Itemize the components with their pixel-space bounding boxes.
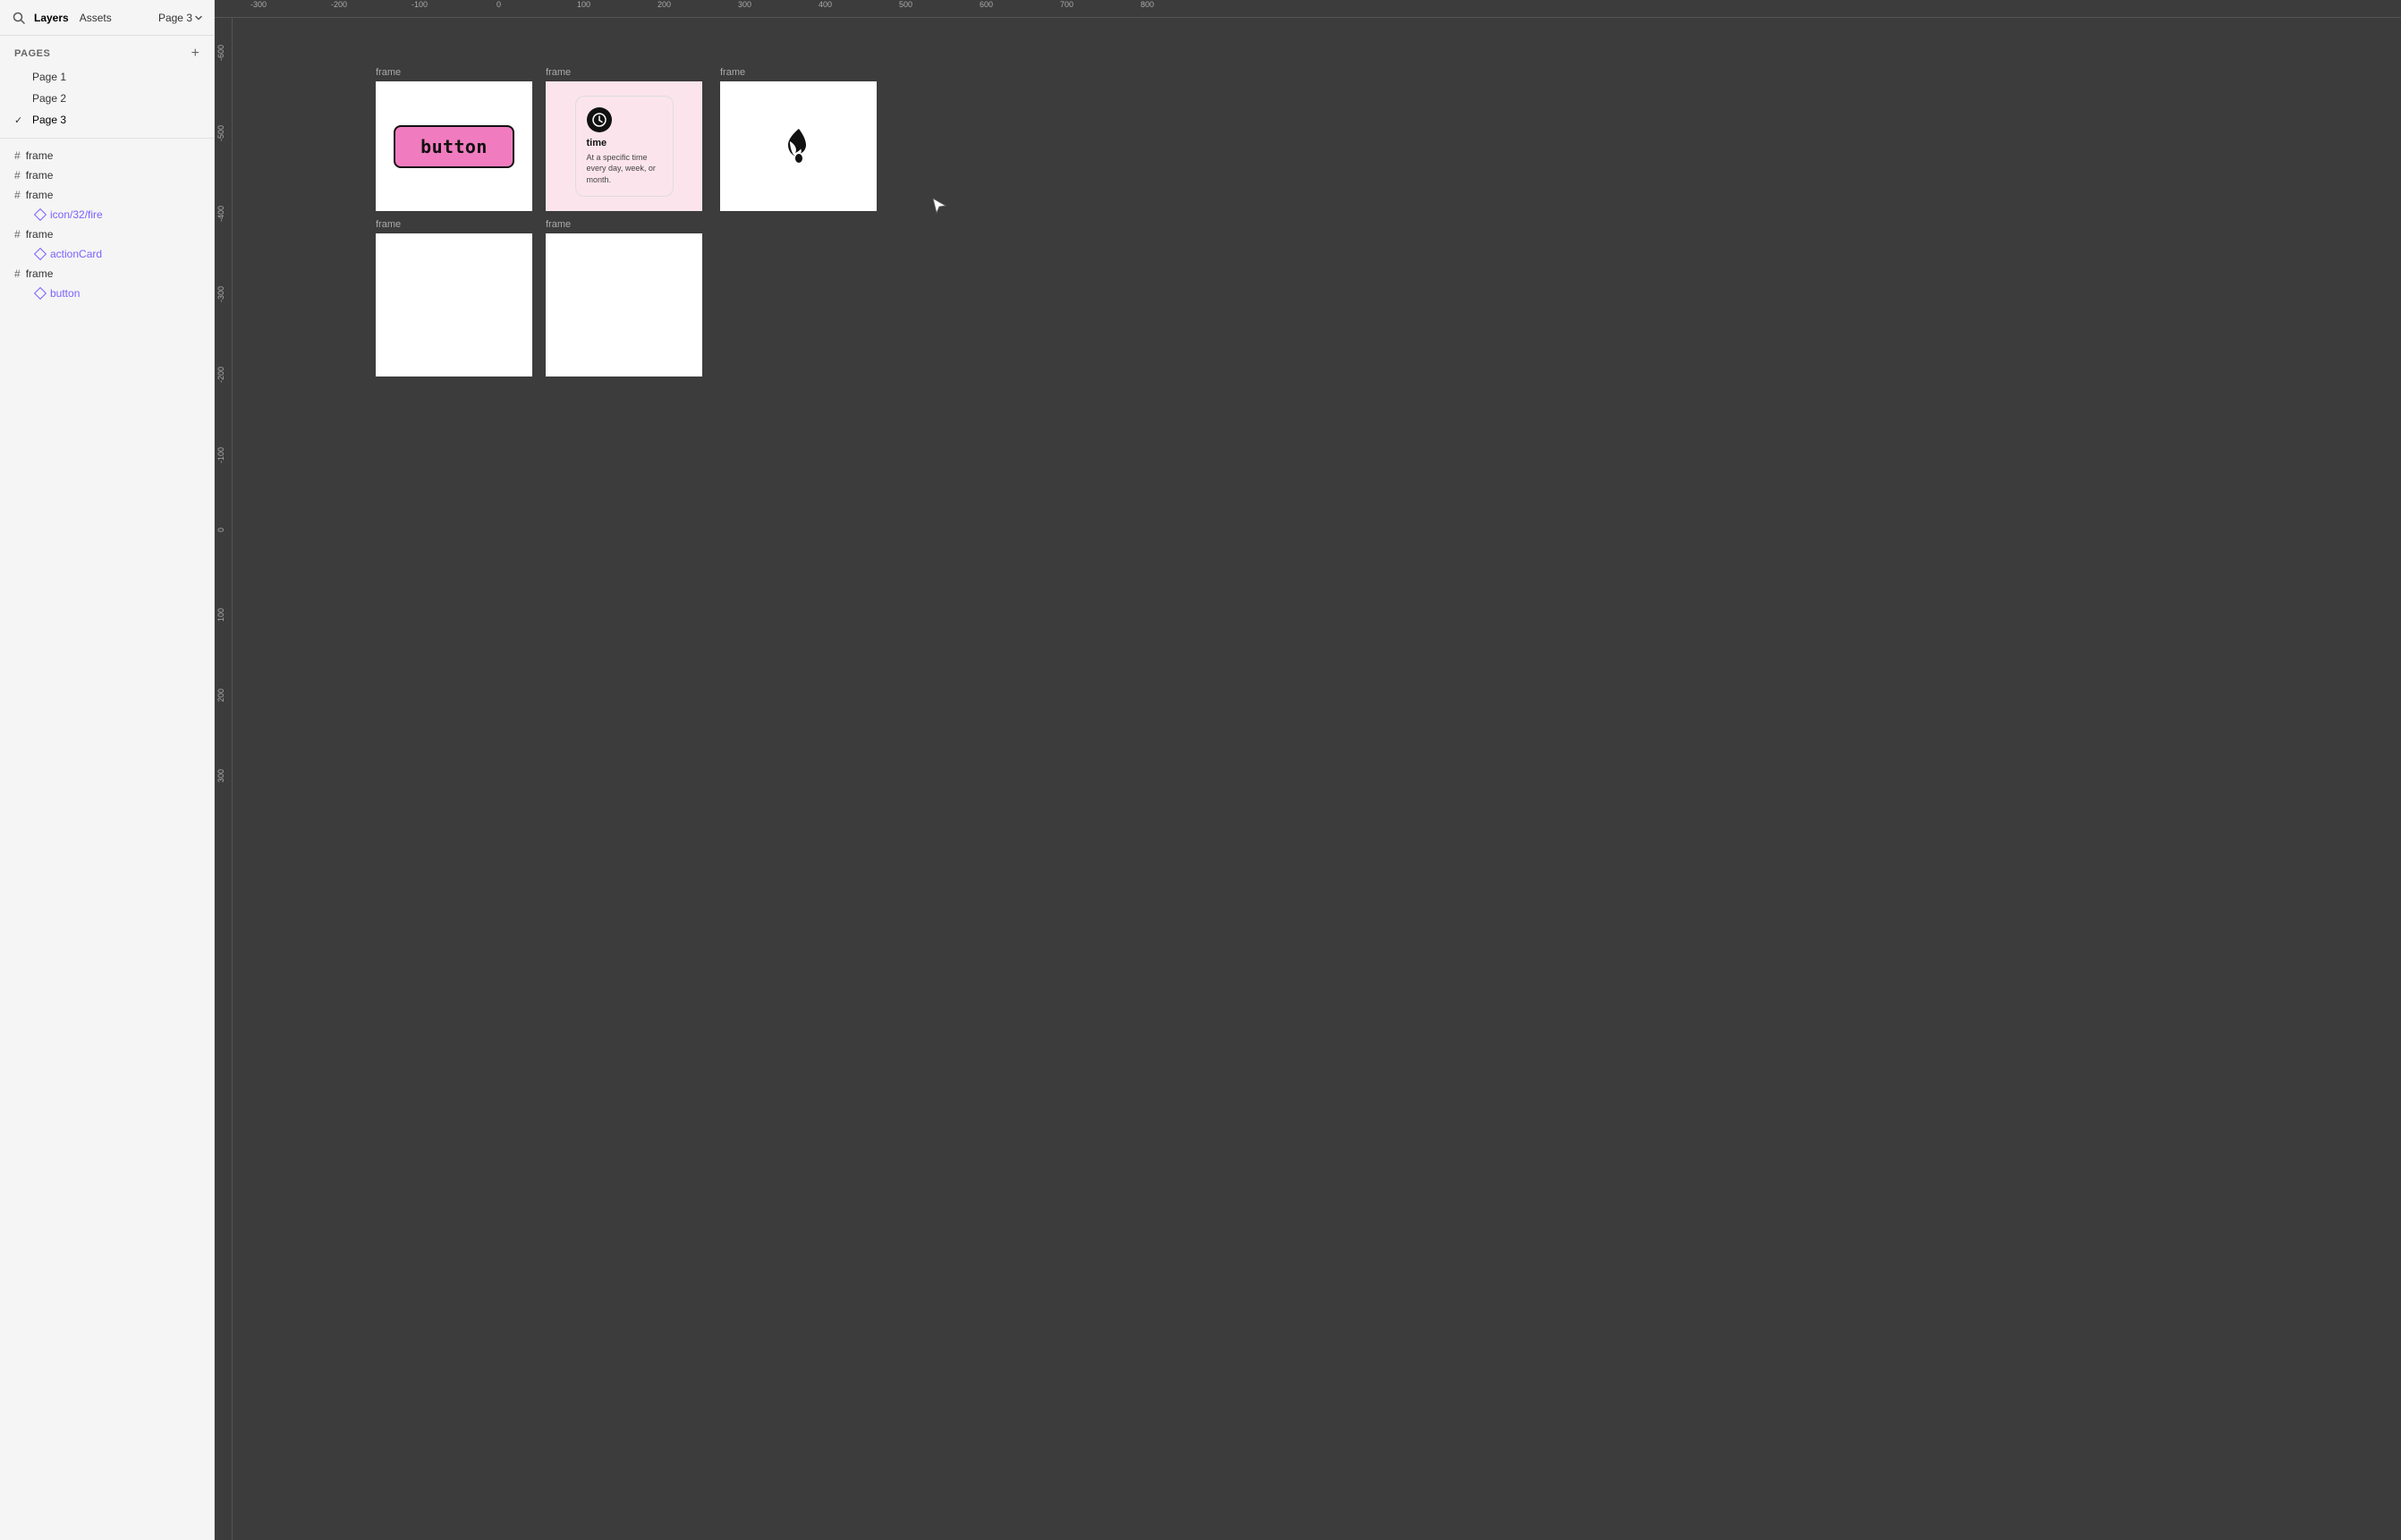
fire-icon xyxy=(777,125,820,168)
button-layer-label: button xyxy=(50,287,80,300)
pages-section: Pages + Page 1 Page 2 ✓ Page 3 xyxy=(0,36,214,139)
page-indicator-label: Page 3 xyxy=(158,12,192,24)
ruler-left-mark-5: -200 xyxy=(216,367,225,383)
ruler-left-mark-9: 200 xyxy=(216,689,225,702)
layers-section: # frame # frame # frame icon/32/fire # f… xyxy=(0,139,214,1540)
ruler-top-mark-7: 300 xyxy=(738,0,751,9)
sidebar-nav: Layers Assets xyxy=(11,10,115,26)
ruler-left: -600 -500 -400 -300 -200 -100 0 100 200 … xyxy=(215,18,233,1540)
canvas-frame-empty-2-box xyxy=(546,233,702,377)
layer-2-label: frame xyxy=(26,169,54,182)
frame-icon-3: # xyxy=(14,189,21,201)
layer-5-label: frame xyxy=(26,267,54,280)
page-1-label: Page 1 xyxy=(32,71,66,83)
canvas-frame-button[interactable]: frame button xyxy=(376,67,532,211)
action-card-icon xyxy=(587,107,612,132)
ruler-left-mark-7: 0 xyxy=(216,528,225,532)
canvas-frame-fire-box xyxy=(720,81,877,211)
action-card-component: time At a specific time every day, week,… xyxy=(575,96,674,198)
icon32fire-label: icon/32/fire xyxy=(50,208,103,221)
layer-frame-3[interactable]: # frame xyxy=(0,185,214,205)
actioncard-label: actionCard xyxy=(50,248,102,260)
add-page-button[interactable]: + xyxy=(191,47,199,61)
sidebar: Layers Assets Page 3 Pages + Page 1 Page… xyxy=(0,0,215,1540)
layer-1-label: frame xyxy=(26,149,54,162)
main-area: -300 -200 -100 0 100 200 300 400 500 600… xyxy=(215,0,2401,1540)
canvas-frame-empty-1-label: frame xyxy=(376,219,532,230)
ruler-left-mark-8: 100 xyxy=(216,608,225,622)
ruler-left-mark-4: -300 xyxy=(216,286,225,302)
page-indicator[interactable]: Page 3 xyxy=(158,12,203,24)
frame-icon-2: # xyxy=(14,169,21,182)
ruler-top-mark-9: 500 xyxy=(899,0,912,9)
layer-frame-1[interactable]: # frame xyxy=(0,146,214,165)
canvas-frame-button-label: frame xyxy=(376,67,532,78)
frame-icon-4: # xyxy=(14,228,21,241)
ruler-top-mark-6: 200 xyxy=(658,0,671,9)
canvas-frame-actioncard[interactable]: frame time At a specific time ever xyxy=(546,67,702,211)
ruler-top: -300 -200 -100 0 100 200 300 400 500 600… xyxy=(215,0,2401,18)
ruler-left-mark-10: 300 xyxy=(216,769,225,783)
layer-child-button[interactable]: button xyxy=(0,283,214,303)
layer-frame-5[interactable]: # frame xyxy=(0,264,214,283)
layer-child-actioncard[interactable]: actionCard xyxy=(0,244,214,264)
layers-tab[interactable]: Layers xyxy=(30,10,72,26)
ruler-top-mark-12: 800 xyxy=(1141,0,1154,9)
layer-frame-2[interactable]: # frame xyxy=(0,165,214,185)
ruler-left-mark-3: -400 xyxy=(216,206,225,222)
canvas-frame-actioncard-label: frame xyxy=(546,67,702,78)
sidebar-header: Layers Assets Page 3 xyxy=(0,0,214,36)
canvas-frame-fire[interactable]: frame xyxy=(720,67,877,211)
ruler-left-mark-1: -600 xyxy=(216,45,225,61)
component-icon-3 xyxy=(34,287,47,300)
canvas-frame-fire-label: frame xyxy=(720,67,877,78)
canvas-frame-button-box: button xyxy=(376,81,532,211)
ruler-top-mark-2: -200 xyxy=(331,0,347,9)
ruler-left-mark-2: -500 xyxy=(216,125,225,141)
ruler-top-mark-4: 0 xyxy=(496,0,501,9)
action-card-desc: At a specific time every day, week, or m… xyxy=(587,152,662,186)
pages-header: Pages + xyxy=(0,43,214,64)
ruler-left-mark-6: -100 xyxy=(216,447,225,463)
ruler-top-mark-3: -100 xyxy=(411,0,428,9)
ruler-top-mark-1: -300 xyxy=(250,0,267,9)
canvas-frame-empty-2-label: frame xyxy=(546,219,702,230)
pages-title: Pages xyxy=(14,48,50,59)
button-component[interactable]: button xyxy=(394,125,514,168)
ruler-top-mark-5: 100 xyxy=(577,0,590,9)
checkmark-active: ✓ xyxy=(14,114,27,126)
layer-3-label: frame xyxy=(26,189,54,201)
cursor xyxy=(930,197,948,217)
action-card-title: time xyxy=(587,138,662,148)
canvas-frame-empty-1[interactable]: frame xyxy=(376,219,532,377)
assets-tab[interactable]: Assets xyxy=(76,10,115,26)
component-icon-2 xyxy=(34,248,47,260)
frame-icon-1: # xyxy=(14,149,21,162)
ruler-top-mark-8: 400 xyxy=(819,0,832,9)
page-item-1[interactable]: Page 1 xyxy=(0,66,214,88)
canvas-frame-empty-2[interactable]: frame xyxy=(546,219,702,377)
ruler-top-mark-11: 700 xyxy=(1060,0,1073,9)
canvas[interactable]: frame button frame xyxy=(233,18,2401,1540)
component-icon-1 xyxy=(34,208,47,221)
layer-4-label: frame xyxy=(26,228,54,241)
canvas-frame-empty-1-box xyxy=(376,233,532,377)
layer-frame-4[interactable]: # frame xyxy=(0,224,214,244)
frame-icon-5: # xyxy=(14,267,21,280)
layer-child-icon32fire[interactable]: icon/32/fire xyxy=(0,205,214,224)
canvas-wrapper: -600 -500 -400 -300 -200 -100 0 100 200 … xyxy=(215,18,2401,1540)
page-item-2[interactable]: Page 2 xyxy=(0,88,214,109)
page-2-label: Page 2 xyxy=(32,92,66,105)
canvas-frame-actioncard-box: time At a specific time every day, week,… xyxy=(546,81,702,211)
ruler-top-mark-10: 600 xyxy=(980,0,993,9)
page-3-label: Page 3 xyxy=(32,114,66,126)
page-item-3[interactable]: ✓ Page 3 xyxy=(0,109,214,131)
search-icon[interactable] xyxy=(11,10,27,26)
